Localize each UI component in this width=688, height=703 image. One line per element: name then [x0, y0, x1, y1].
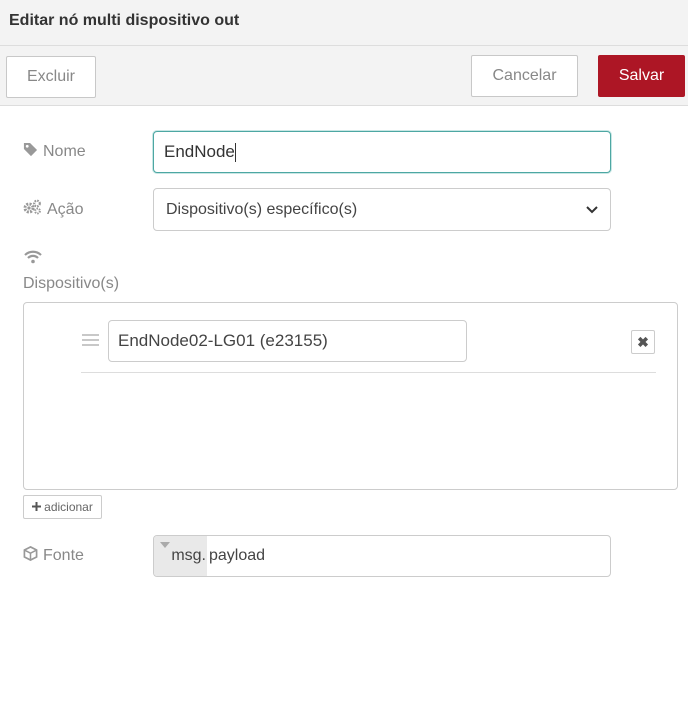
cube-icon [23, 545, 38, 566]
devices-list: EndNode02-LG01 (e23155) ✖ [23, 302, 678, 490]
source-input[interactable]: msg. payload [153, 535, 611, 577]
cancel-button[interactable]: Cancelar [471, 55, 578, 97]
name-label-row: Nome [23, 142, 86, 162]
add-device-label: adicionar [44, 500, 93, 514]
save-button[interactable]: Salvar [598, 55, 685, 97]
dialog-title: Editar nó multi dispositivo out [9, 12, 240, 29]
plus-icon [32, 500, 42, 514]
row-divider [81, 372, 656, 373]
name-input[interactable]: EndNode [153, 131, 611, 173]
action-label-row: Ação [23, 199, 83, 220]
delete-button[interactable]: Excluir [6, 56, 96, 98]
source-value[interactable]: payload [209, 536, 265, 576]
device-input[interactable]: EndNode02-LG01 (e23155) [108, 320, 467, 362]
tag-icon [23, 142, 38, 162]
action-label: Ação [47, 200, 84, 218]
source-label-row: Fonte [23, 545, 84, 566]
source-type-selector[interactable]: msg. [154, 536, 207, 576]
action-select[interactable]: Dispositivo(s) específico(s) [153, 188, 611, 231]
chevron-down-icon [586, 203, 598, 217]
action-selected-value: Dispositivo(s) específico(s) [166, 200, 358, 218]
name-label: Nome [43, 143, 86, 160]
dialog-header: Editar nó multi dispositivo out [0, 0, 688, 46]
name-value: EndNode [164, 142, 235, 161]
add-device-button[interactable]: adicionar [23, 495, 102, 519]
dialog-toolbar: Excluir Cancelar Salvar [0, 46, 688, 106]
caret-down-icon [160, 542, 170, 548]
wifi-icon [24, 250, 42, 269]
devices-label: Dispositivo(s) [23, 275, 120, 292]
source-label: Fonte [43, 547, 84, 564]
source-type-prefix: msg. [171, 547, 206, 564]
drag-handle-icon[interactable] [82, 334, 99, 346]
text-cursor [234, 142, 236, 162]
remove-device-button[interactable]: ✖ [631, 330, 655, 354]
cogs-icon [23, 199, 42, 220]
